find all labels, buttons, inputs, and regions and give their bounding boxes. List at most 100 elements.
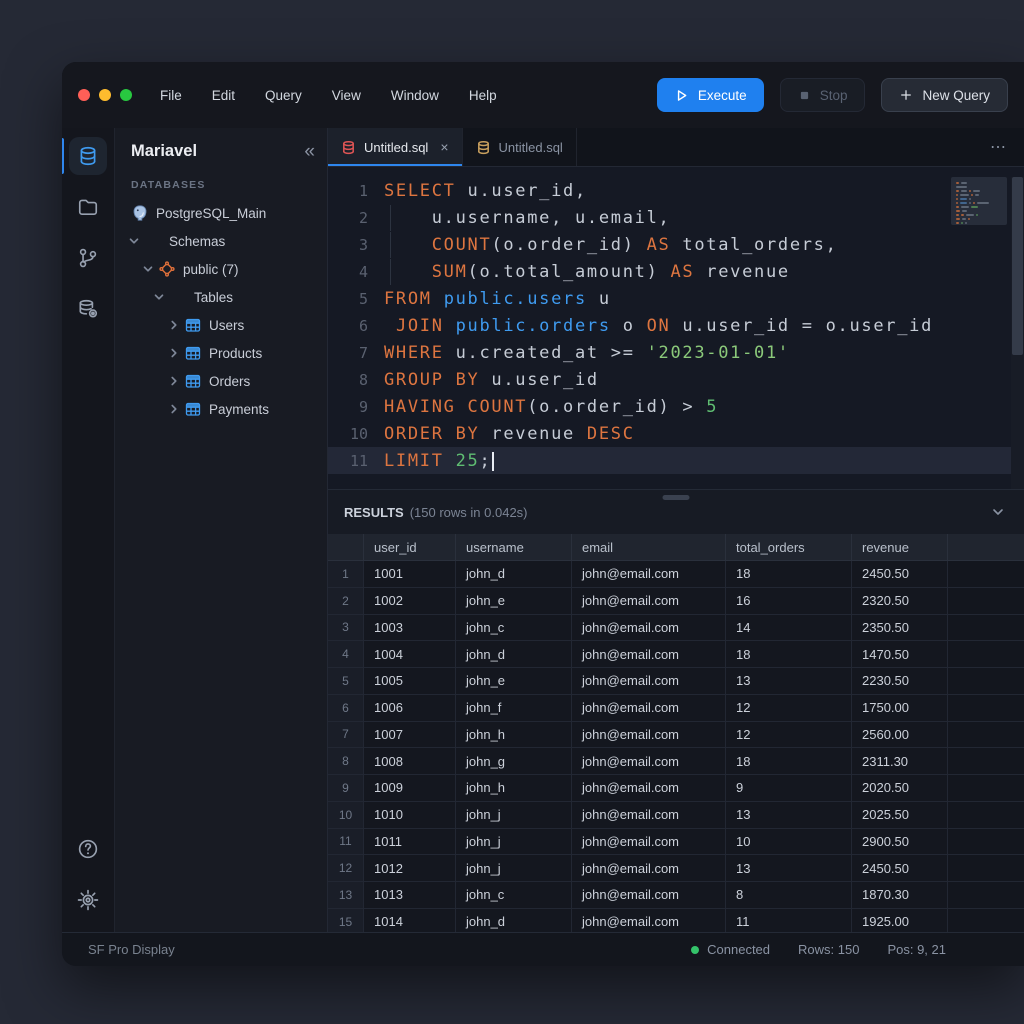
cell-email[interactable]: john@email.com: [572, 695, 726, 721]
cell-username[interactable]: john_e: [456, 668, 572, 694]
cell-username[interactable]: john_c: [456, 615, 572, 641]
tree-item-public-7[interactable]: public (7): [115, 255, 327, 283]
cell-revenue[interactable]: 2900.50: [852, 829, 948, 855]
cell-revenue[interactable]: 2350.50: [852, 615, 948, 641]
table-row[interactable]: 91009john_hjohn@email.com92020.50: [328, 775, 1024, 802]
sql-editor[interactable]: 1SELECT u.user_id,2 u.username, u.email,…: [328, 167, 1024, 489]
table-row[interactable]: 71007john_hjohn@email.com122560.00: [328, 722, 1024, 749]
code-line-4[interactable]: 4 SUM(o.total_amount) AS revenue: [328, 258, 1024, 285]
table-row[interactable]: 61006john_fjohn@email.com121750.00: [328, 695, 1024, 722]
scrollbar-thumb[interactable]: [1012, 177, 1023, 355]
cell-email[interactable]: john@email.com: [572, 615, 726, 641]
cell-revenue[interactable]: 1470.50: [852, 641, 948, 667]
code-line-8[interactable]: 8GROUP BY u.user_id: [328, 366, 1024, 393]
tree-item-schemas[interactable]: Schemas: [115, 227, 327, 255]
table-row[interactable]: 151014john_djohn@email.com111925.00: [328, 909, 1024, 932]
cell-email[interactable]: john@email.com: [572, 829, 726, 855]
cell-username[interactable]: john_j: [456, 802, 572, 828]
menu-item-help[interactable]: Help: [469, 88, 497, 103]
cell-user_id[interactable]: 1006: [364, 695, 456, 721]
table-row[interactable]: 101010john_jjohn@email.com132025.50: [328, 802, 1024, 829]
tab-2[interactable]: Untitled.sql: [463, 128, 577, 166]
cell-user_id[interactable]: 1003: [364, 615, 456, 641]
menu-item-edit[interactable]: Edit: [212, 88, 235, 103]
rail-item-git-branch-icon[interactable]: [69, 239, 107, 277]
cell-total_orders[interactable]: 16: [726, 588, 852, 614]
table-row[interactable]: 131013john_cjohn@email.com81870.30: [328, 882, 1024, 909]
cell-email[interactable]: john@email.com: [572, 588, 726, 614]
cell-revenue[interactable]: 2025.50: [852, 802, 948, 828]
table-row[interactable]: 11001john_djohn@email.com182450.50: [328, 561, 1024, 588]
cell-total_orders[interactable]: 14: [726, 615, 852, 641]
cell-email[interactable]: john@email.com: [572, 855, 726, 881]
chevron-right-icon[interactable]: [167, 318, 181, 332]
cell-email[interactable]: john@email.com: [572, 748, 726, 774]
chevron-down-icon[interactable]: [127, 234, 141, 248]
stop-button[interactable]: Stop: [780, 78, 866, 112]
chevron-down-icon[interactable]: [152, 290, 166, 304]
tree-item-orders[interactable]: Orders: [115, 367, 327, 395]
cell-total_orders[interactable]: 13: [726, 802, 852, 828]
cell-email[interactable]: john@email.com: [572, 909, 726, 932]
cell-username[interactable]: john_j: [456, 855, 572, 881]
cell-revenue[interactable]: 1750.00: [852, 695, 948, 721]
cell-total_orders[interactable]: 8: [726, 882, 852, 908]
cell-username[interactable]: john_d: [456, 909, 572, 932]
cell-user_id[interactable]: 1012: [364, 855, 456, 881]
cell-username[interactable]: john_h: [456, 722, 572, 748]
tree-item-postgresql-main[interactable]: PostgreSQL_Main: [115, 199, 327, 227]
cell-user_id[interactable]: 1005: [364, 668, 456, 694]
cell-email[interactable]: john@email.com: [572, 668, 726, 694]
rail-item-database-settings-icon[interactable]: [69, 290, 107, 328]
tree-item-payments[interactable]: Payments: [115, 395, 327, 423]
cell-total_orders[interactable]: 18: [726, 561, 852, 587]
cell-username[interactable]: john_d: [456, 561, 572, 587]
code-line-3[interactable]: 3 COUNT(o.order_id) AS total_orders,: [328, 231, 1024, 258]
cell-total_orders[interactable]: 13: [726, 855, 852, 881]
tree-item-tables[interactable]: Tables: [115, 283, 327, 311]
cell-revenue[interactable]: 2020.50: [852, 775, 948, 801]
cell-revenue[interactable]: 2320.50: [852, 588, 948, 614]
maximize-window-button[interactable]: [120, 89, 132, 101]
cell-revenue[interactable]: 2450.50: [852, 855, 948, 881]
table-row[interactable]: 81008john_gjohn@email.com182311.30: [328, 748, 1024, 775]
tab-1[interactable]: Untitled.sql×: [328, 128, 463, 166]
close-window-button[interactable]: [78, 89, 90, 101]
cell-total_orders[interactable]: 9: [726, 775, 852, 801]
cell-total_orders[interactable]: 18: [726, 748, 852, 774]
column-header-user_id[interactable]: user_id: [364, 534, 456, 560]
code-line-5[interactable]: 5FROM public.users u: [328, 285, 1024, 312]
menu-item-view[interactable]: View: [332, 88, 361, 103]
execute-button[interactable]: Execute: [657, 78, 764, 112]
code-line-6[interactable]: 6 JOIN public.orders o ON u.user_id = o.…: [328, 312, 1024, 339]
cell-revenue[interactable]: 1925.00: [852, 909, 948, 932]
code-line-1[interactable]: 1SELECT u.user_id,: [328, 177, 1024, 204]
cell-revenue[interactable]: 2230.50: [852, 668, 948, 694]
cell-user_id[interactable]: 1009: [364, 775, 456, 801]
table-row[interactable]: 41004john_djohn@email.com181470.50: [328, 641, 1024, 668]
column-header-total_orders[interactable]: total_orders: [726, 534, 852, 560]
cell-email[interactable]: john@email.com: [572, 882, 726, 908]
table-row[interactable]: 111011john_jjohn@email.com102900.50: [328, 829, 1024, 856]
cell-user_id[interactable]: 1007: [364, 722, 456, 748]
menu-item-file[interactable]: File: [160, 88, 182, 103]
cell-username[interactable]: john_f: [456, 695, 572, 721]
code-line-10[interactable]: 10ORDER BY revenue DESC: [328, 420, 1024, 447]
table-row[interactable]: 121012john_jjohn@email.com132450.50: [328, 855, 1024, 882]
code-line-2[interactable]: 2 u.username, u.email,: [328, 204, 1024, 231]
minimap[interactable]: [951, 177, 1007, 225]
table-row[interactable]: 51005john_ejohn@email.com132230.50: [328, 668, 1024, 695]
table-row[interactable]: 31003john_cjohn@email.com142350.50: [328, 615, 1024, 642]
column-header-revenue[interactable]: revenue: [852, 534, 948, 560]
cell-username[interactable]: john_d: [456, 641, 572, 667]
more-tabs-icon[interactable]: ⋯: [974, 128, 1024, 166]
code-line-7[interactable]: 7WHERE u.created_at >= '2023-01-01': [328, 339, 1024, 366]
menu-item-window[interactable]: Window: [391, 88, 439, 103]
cell-user_id[interactable]: 1008: [364, 748, 456, 774]
chevron-right-icon[interactable]: [167, 402, 181, 416]
code-line-9[interactable]: 9HAVING COUNT(o.order_id) > 5: [328, 393, 1024, 420]
menu-item-query[interactable]: Query: [265, 88, 302, 103]
cell-user_id[interactable]: 1011: [364, 829, 456, 855]
tree-item-users[interactable]: Users: [115, 311, 327, 339]
cell-email[interactable]: john@email.com: [572, 802, 726, 828]
